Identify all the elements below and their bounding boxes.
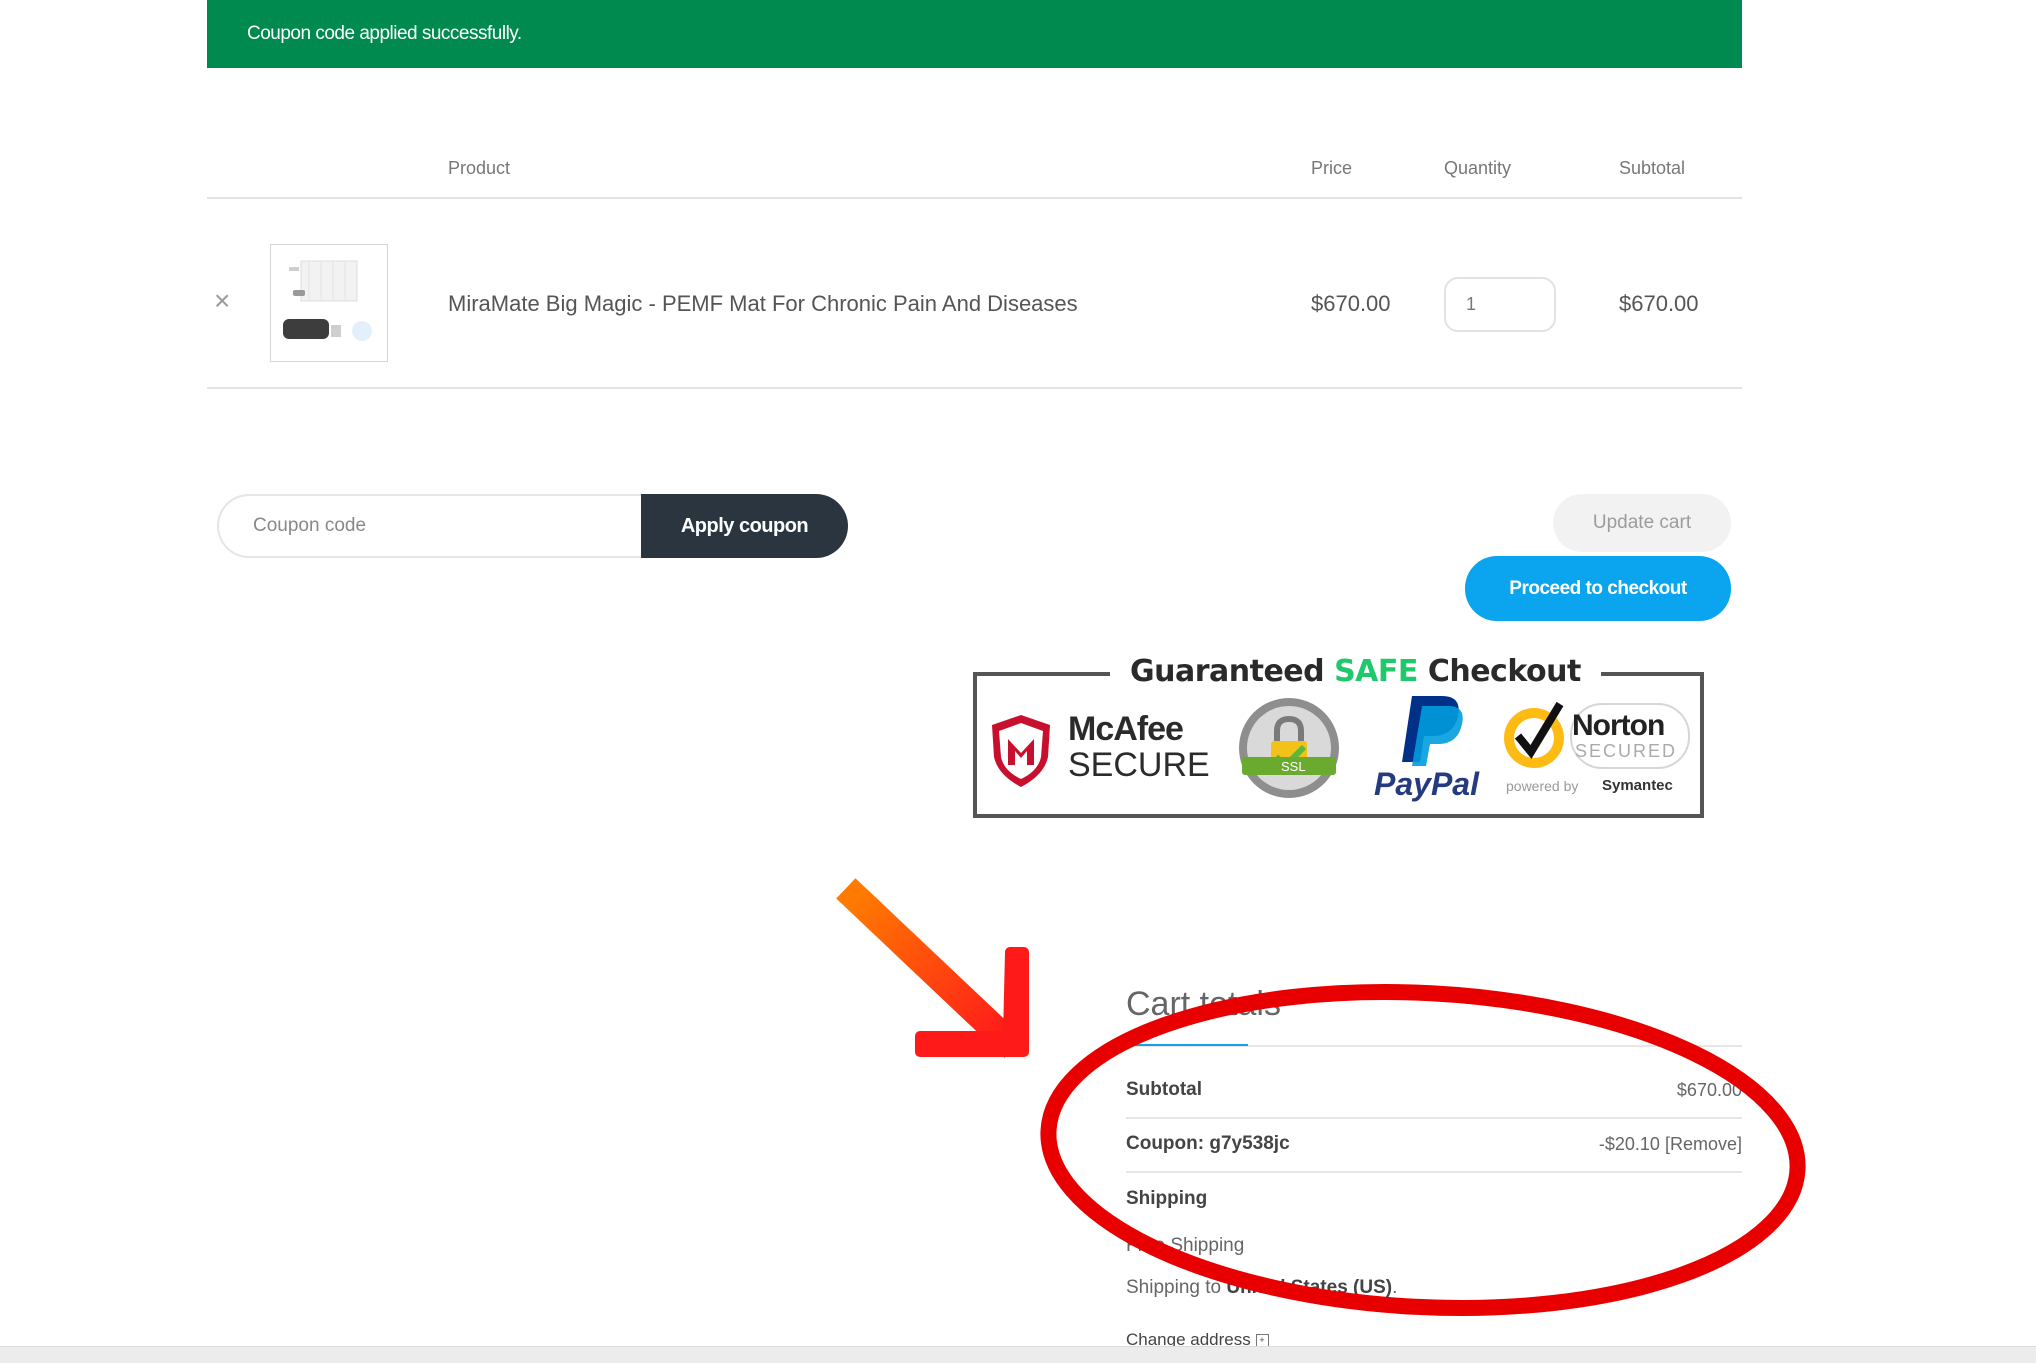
product-price: $670.00 bbox=[1311, 291, 1391, 316]
header-product: Product bbox=[448, 158, 511, 178]
notice-message: Coupon code applied successfully. bbox=[247, 23, 522, 44]
header-subtotal: Subtotal bbox=[1619, 158, 1686, 178]
bottom-scroll-bar bbox=[0, 1346, 2036, 1363]
paypal-wordmark: PayPal bbox=[1374, 766, 1479, 802]
success-notice: Coupon code applied successfully. bbox=[207, 0, 1742, 68]
totals-coupon-label: Coupon: g7y538jc bbox=[1126, 1133, 1290, 1154]
header-quantity: Quantity bbox=[1444, 158, 1512, 178]
header-price: Price bbox=[1311, 158, 1353, 178]
badge-title-safe: SAFE bbox=[1334, 654, 1418, 689]
norton-symantec: Symantec bbox=[1602, 777, 1673, 794]
badge-title: Guaranteed SAFE Checkout bbox=[1110, 654, 1601, 689]
norton-name: Norton bbox=[1572, 709, 1665, 742]
mcafee-secure: SECURE bbox=[1068, 746, 1210, 784]
totals-shipping-label: Shipping bbox=[1126, 1188, 1208, 1209]
coupon-discount-value: -$20.10 bbox=[1598, 1134, 1660, 1154]
ssl-label: SSL bbox=[1281, 759, 1306, 774]
ssl-seal-icon bbox=[1239, 698, 1339, 798]
annotation-arrow-icon bbox=[836, 878, 1029, 1058]
norton-check-icon bbox=[1504, 701, 1564, 768]
totals-subtotal-value: $670.00 bbox=[1676, 1080, 1742, 1100]
remove-item-icon[interactable]: × bbox=[214, 286, 230, 316]
shipping-to-prefix: Shipping to bbox=[1126, 1277, 1227, 1298]
totals-subtotal-label: Subtotal bbox=[1126, 1079, 1202, 1100]
mcafee-name: McAfee bbox=[1068, 710, 1184, 748]
remove-coupon-link[interactable]: [Remove] bbox=[1665, 1134, 1742, 1154]
shipping-destination: Shipping to United States (US). bbox=[1126, 1277, 1397, 1299]
apply-coupon-button[interactable]: Apply coupon bbox=[641, 494, 848, 558]
table-header-divider bbox=[207, 197, 1742, 199]
norton-powered-by: powered by bbox=[1506, 778, 1579, 794]
cart-totals-title: Cart totals bbox=[1126, 985, 1281, 1023]
totals-divider-1 bbox=[1126, 1117, 1742, 1119]
badge-title-pre: Guaranteed bbox=[1130, 654, 1335, 689]
proceed-to-checkout-button[interactable]: Proceed to checkout bbox=[1465, 556, 1731, 621]
shipping-country: United States (US) bbox=[1226, 1277, 1393, 1298]
totals-divider-2 bbox=[1126, 1171, 1742, 1173]
norton-secured: SECURED bbox=[1575, 741, 1678, 761]
product-name-link[interactable]: MiraMate Big Magic - PEMF Mat For Chroni… bbox=[448, 291, 1078, 317]
totals-coupon-amount: -$20.10 [Remove] bbox=[1599, 1134, 1742, 1155]
shipping-to-suffix: . bbox=[1392, 1277, 1398, 1298]
product-thumbnail[interactable] bbox=[270, 244, 388, 362]
product-image bbox=[283, 260, 372, 341]
coupon-code-input[interactable]: Coupon code bbox=[217, 494, 647, 558]
table-row-divider bbox=[207, 387, 1742, 389]
paypal-p-icon bbox=[1402, 696, 1463, 766]
shipping-method: Free Shipping bbox=[1126, 1235, 1245, 1256]
quantity-input[interactable]: 1 bbox=[1444, 277, 1556, 332]
mcafee-shield-icon bbox=[992, 715, 1050, 787]
badge-title-post: Checkout bbox=[1417, 654, 1581, 689]
update-cart-button[interactable]: Update cart bbox=[1553, 494, 1731, 552]
product-subtotal: $670.00 bbox=[1619, 291, 1699, 316]
totals-title-underline bbox=[1126, 1044, 1248, 1046]
